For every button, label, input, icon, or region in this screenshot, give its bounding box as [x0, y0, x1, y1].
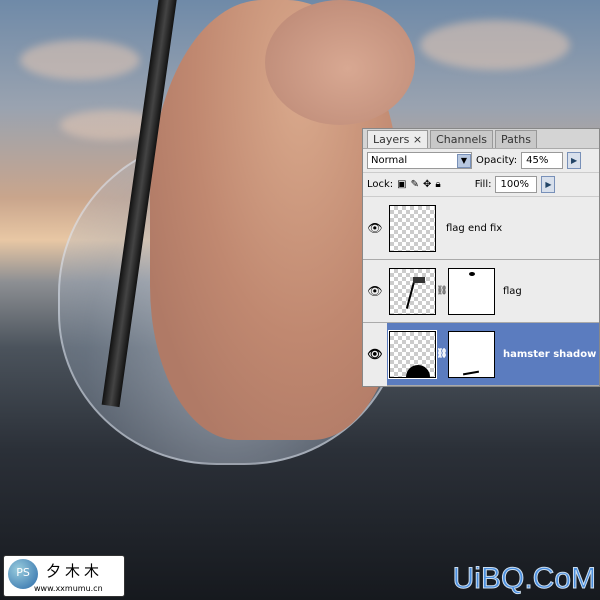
- layer-row-flag[interactable]: 👁︎ ⛓ flag: [363, 260, 599, 323]
- lock-all-icon[interactable]: 🔒︎: [435, 179, 440, 190]
- layer-name: flag end fix: [446, 222, 503, 234]
- eye-icon[interactable]: 👁︎: [363, 221, 387, 235]
- lock-transparency-icon[interactable]: ▣: [397, 179, 406, 190]
- fill-input[interactable]: 100%: [495, 176, 538, 193]
- layer-mask-thumbnail: [448, 330, 495, 378]
- layer-thumbnail: [389, 267, 436, 315]
- tab-channels[interactable]: Channels: [430, 130, 494, 148]
- lock-move-icon[interactable]: ✥: [423, 179, 431, 190]
- blend-mode-value: Normal: [371, 155, 408, 166]
- opacity-input[interactable]: 45%: [521, 152, 564, 169]
- layer-row-flag-end-fix[interactable]: 👁︎ flag end fix: [363, 197, 599, 260]
- layer-thumbnail: [388, 329, 437, 379]
- watermark-chars: 夕木木: [46, 562, 104, 580]
- layer-name: flag: [503, 285, 522, 297]
- fill-slider-button[interactable]: ▶: [541, 176, 556, 193]
- eye-icon[interactable]: 👁︎: [363, 322, 387, 386]
- layer-mask-thumbnail: [448, 267, 495, 315]
- watermark-url: www.xxmumu.cn: [34, 584, 103, 593]
- opacity-label: Opacity:: [476, 155, 518, 166]
- hamster-head: [265, 0, 415, 125]
- link-icon[interactable]: ⛓: [436, 286, 448, 296]
- lock-label: Lock:: [367, 179, 394, 190]
- layer-name: hamster shadow: [503, 348, 597, 360]
- blend-mode-select[interactable]: Normal ▼: [367, 152, 472, 169]
- lock-brush-icon[interactable]: ✎: [411, 179, 419, 190]
- tab-paths[interactable]: Paths: [495, 130, 537, 148]
- eye-icon[interactable]: 👁︎: [363, 284, 387, 298]
- tab-layers[interactable]: Layers ×: [367, 130, 429, 148]
- link-icon[interactable]: ⛓: [436, 349, 448, 359]
- layer-row-hamster-shadow[interactable]: 👁︎ ⛓ hamster shadow: [363, 322, 599, 386]
- chevron-down-icon: ▼: [457, 153, 471, 168]
- layer-thumbnail: [389, 204, 436, 252]
- opacity-slider-button[interactable]: ▶: [567, 152, 582, 169]
- watermark-right: UiBQ.CoM: [452, 562, 596, 596]
- fill-label: Fill:: [474, 179, 492, 190]
- layers-panel: Layers × Channels Paths Normal ▼ Opacity:…: [362, 128, 600, 387]
- watermark-logo-left: PS 夕木木 www.xxmumu.cn: [3, 555, 125, 597]
